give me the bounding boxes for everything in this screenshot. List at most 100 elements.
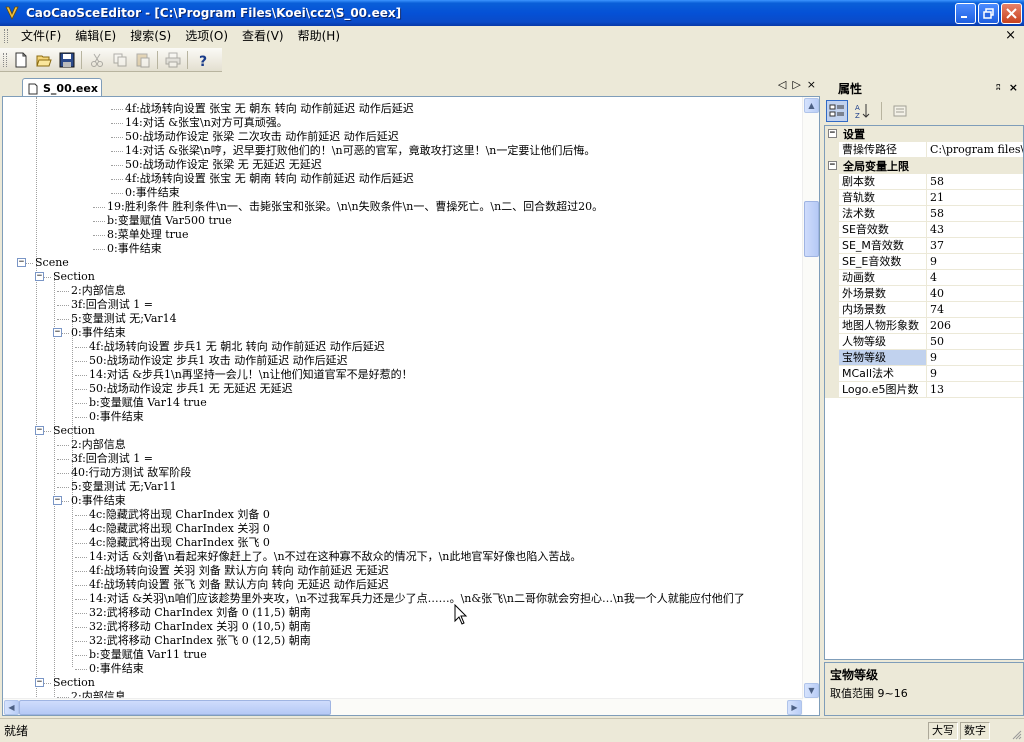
- tree-item[interactable]: 32:武将移动 CharIndex 关羽 0 (10,5) 朝南: [89, 620, 311, 634]
- tree-item[interactable]: 2:内部信息: [71, 438, 126, 452]
- property-name[interactable]: 地图人物形象数: [839, 318, 927, 334]
- menu-file[interactable]: 文件(F): [14, 26, 68, 46]
- tree-item[interactable]: 0:事件结束: [125, 186, 180, 200]
- script-tree[interactable]: 4f:战场转向设置 张宝 无 朝东 转向 动作前延迟 动作后延迟 14:对话 &张…: [3, 97, 803, 699]
- property-row[interactable]: 剧本数 58: [825, 174, 1023, 190]
- property-row[interactable]: 外场景数 40: [825, 286, 1023, 302]
- tree-item[interactable]: 0:事件结束: [107, 242, 162, 256]
- property-row[interactable]: 法术数 58: [825, 206, 1023, 222]
- menu-edit[interactable]: 编辑(E): [68, 26, 123, 46]
- property-name[interactable]: SE_E音效数: [839, 254, 927, 270]
- tree-node[interactable]: 0:事件结束: [71, 326, 126, 340]
- tree-node[interactable]: Scene: [35, 256, 69, 270]
- tree-node[interactable]: Section: [53, 424, 95, 438]
- title-bar[interactable]: CaoCaoSceEditor - [C:\Program Files\Koei…: [0, 0, 1024, 26]
- pin-icon[interactable]: ʭ: [996, 81, 1001, 94]
- property-value[interactable]: 43: [927, 222, 1023, 238]
- property-name[interactable]: SE音效数: [839, 222, 927, 238]
- tree-item[interactable]: 4f:战场转向设置 张飞 刘备 默认方向 转向 无延迟 动作后延迟: [89, 578, 389, 592]
- property-row[interactable]: SE_M音效数 37: [825, 238, 1023, 254]
- property-value[interactable]: 9: [927, 350, 1023, 366]
- property-value[interactable]: 13: [927, 382, 1023, 398]
- document-tab[interactable]: S_00.eex: [22, 78, 102, 98]
- tree-item[interactable]: 4f:战场转向设置 张宝 无 朝南 转向 动作前延迟 动作后延迟: [125, 172, 414, 186]
- property-row[interactable]: SE_E音效数 9: [825, 254, 1023, 270]
- tree-item[interactable]: 3f:回合测试 1 =: [71, 298, 153, 312]
- tree-item[interactable]: 3f:回合测试 1 =: [71, 452, 153, 466]
- collapse-toggle-icon[interactable]: −: [53, 496, 62, 505]
- property-value[interactable]: 58: [927, 174, 1023, 190]
- property-name[interactable]: 剧本数: [839, 174, 927, 190]
- property-name[interactable]: 曹操传路径: [839, 142, 927, 158]
- tree-item[interactable]: 50:战场动作设定 张梁 无 无延迟 无延迟: [125, 158, 322, 172]
- property-row[interactable]: 音轨数 21: [825, 190, 1023, 206]
- horizontal-scrollbar[interactable]: ◀ ▶: [3, 698, 803, 715]
- tree-item[interactable]: 4c:隐藏武将出现 CharIndex 张飞 0: [89, 536, 270, 550]
- scroll-up-button[interactable]: ▲: [804, 98, 819, 113]
- property-value[interactable]: 50: [927, 334, 1023, 350]
- toolbar-grip[interactable]: [3, 52, 7, 67]
- property-row[interactable]: 内场景数 74: [825, 302, 1023, 318]
- property-row[interactable]: 动画数 4: [825, 270, 1023, 286]
- tree-item[interactable]: 14:对话 &张梁\n哼，迟早要打败他们的！\n可恶的官军，竟敢攻打这里！\n一…: [125, 144, 595, 158]
- mdi-close-button[interactable]: ×: [1005, 28, 1016, 43]
- property-row[interactable]: 宝物等级 9: [825, 350, 1023, 366]
- alphabetical-button[interactable]: AZ: [852, 100, 874, 122]
- menu-search[interactable]: 搜索(S): [123, 26, 178, 46]
- tree-item[interactable]: 32:武将移动 CharIndex 张飞 0 (12,5) 朝南: [89, 634, 311, 648]
- tree-item[interactable]: 50:战场动作设定 步兵1 无 无延迟 无延迟: [89, 382, 293, 396]
- vertical-scrollbar[interactable]: ▲ ▼: [802, 97, 819, 699]
- property-name[interactable]: 内场景数: [839, 302, 927, 318]
- menu-options[interactable]: 选项(O): [178, 26, 235, 46]
- tree-item[interactable]: 5:变量测试 无;Var11: [71, 480, 177, 494]
- close-button[interactable]: [1001, 3, 1022, 24]
- property-name[interactable]: 外场景数: [839, 286, 927, 302]
- open-button[interactable]: [32, 49, 55, 71]
- tree-item[interactable]: 14:对话 &张宝\n对方可真顽强。: [125, 116, 288, 130]
- tree-node[interactable]: Section: [53, 676, 95, 690]
- restore-button[interactable]: [978, 3, 999, 24]
- collapse-toggle-icon[interactable]: −: [828, 161, 837, 170]
- property-name[interactable]: 法术数: [839, 206, 927, 222]
- menu-grip[interactable]: [4, 29, 8, 43]
- property-value[interactable]: 37: [927, 238, 1023, 254]
- categorized-button[interactable]: [826, 100, 848, 122]
- tree-item[interactable]: 14:对话 &关羽\n咱们应该趁势里外夹攻，\n不过我军兵力还是少了点……。\n…: [89, 592, 745, 606]
- menu-help[interactable]: 帮助(H): [291, 26, 347, 46]
- property-value[interactable]: 9: [927, 366, 1023, 382]
- collapse-toggle-icon[interactable]: −: [53, 328, 62, 337]
- tree-item[interactable]: 14:对话 &步兵1\n再坚持一会儿！\n让他们知道官军不是好惹的！: [89, 368, 413, 382]
- scroll-right-button[interactable]: ▶: [787, 700, 802, 715]
- help-button[interactable]: ?: [191, 49, 214, 71]
- tree-item[interactable]: 4f:战场转向设置 步兵1 无 朝北 转向 动作前延迟 动作后延迟: [89, 340, 385, 354]
- save-button[interactable]: [55, 49, 78, 71]
- property-row[interactable]: MCall法术 9: [825, 366, 1023, 382]
- tree-item[interactable]: 4f:战场转向设置 张宝 无 朝东 转向 动作前延迟 动作后延迟: [125, 102, 414, 116]
- property-value[interactable]: 9: [927, 254, 1023, 270]
- property-grid[interactable]: −设置曹操传路径C:\program files\koei\ccz−全局变量上限…: [824, 125, 1024, 660]
- tree-item[interactable]: b:变量赋值 Var500 true: [107, 214, 232, 228]
- property-name[interactable]: 人物等级: [839, 334, 927, 350]
- tab-close-icon[interactable]: ×: [807, 78, 816, 91]
- minimize-button[interactable]: [955, 3, 976, 24]
- property-row[interactable]: 地图人物形象数 206: [825, 318, 1023, 334]
- tree-item[interactable]: 0:事件结束: [89, 410, 144, 424]
- property-value[interactable]: 4: [927, 270, 1023, 286]
- tree-item[interactable]: 32:武将移动 CharIndex 刘备 0 (11,5) 朝南: [89, 606, 311, 620]
- collapse-toggle-icon[interactable]: −: [35, 678, 44, 687]
- tree-item[interactable]: 14:对话 &刘备\n看起来好像赶上了。\n不过在这种寡不敌众的情况下，\n此地…: [89, 550, 581, 564]
- tree-node[interactable]: Section: [53, 270, 95, 284]
- property-name[interactable]: MCall法术: [839, 366, 927, 382]
- property-name[interactable]: 动画数: [839, 270, 927, 286]
- collapse-toggle-icon[interactable]: −: [828, 129, 837, 138]
- property-category[interactable]: − 设置: [825, 126, 1023, 142]
- property-pages-button[interactable]: [889, 100, 911, 122]
- scroll-left-button[interactable]: ◀: [4, 700, 19, 715]
- menu-view[interactable]: 查看(V): [235, 26, 291, 46]
- property-row[interactable]: SE音效数 43: [825, 222, 1023, 238]
- cut-button[interactable]: [85, 49, 108, 71]
- collapse-toggle-icon[interactable]: −: [35, 272, 44, 281]
- tab-scroll-right-icon[interactable]: ▷: [792, 78, 800, 91]
- tree-item[interactable]: 50:战场动作设定 张梁 二次攻击 动作前延迟 动作后延迟: [125, 130, 399, 144]
- property-name[interactable]: Logo.e5图片数: [839, 382, 927, 398]
